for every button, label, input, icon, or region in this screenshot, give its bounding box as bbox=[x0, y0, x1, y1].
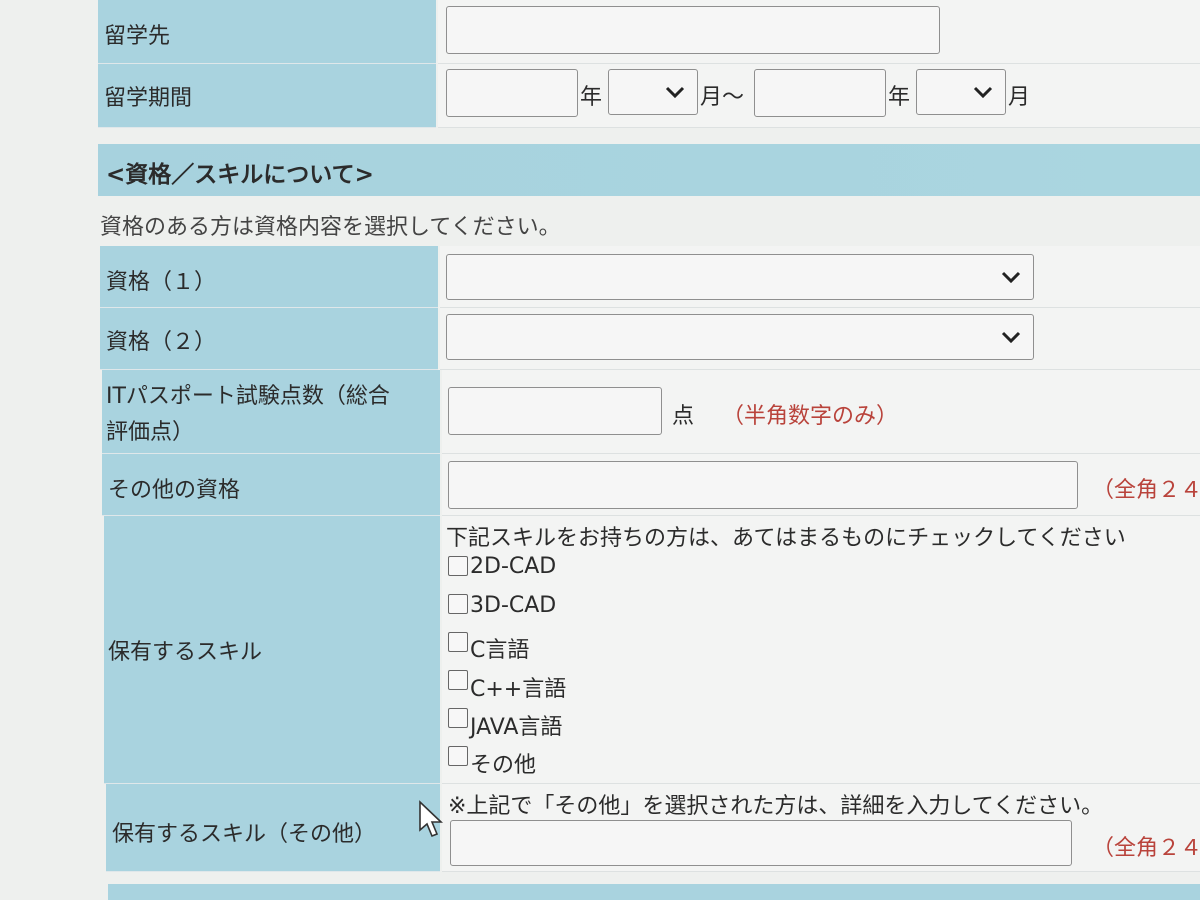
end-month-select[interactable] bbox=[916, 69, 1006, 115]
section-title: <資格／スキルについて> bbox=[106, 162, 374, 188]
start-year-unit: 年 bbox=[580, 85, 603, 110]
qualification-1-value-cell bbox=[440, 246, 1200, 308]
it-passport-value-cell: 点 （半角数字のみ） bbox=[442, 370, 1200, 454]
skill-option-label: 3D-CAD bbox=[470, 593, 557, 618]
other-qualification-note: （全角２４ bbox=[1092, 478, 1200, 503]
skills-value-cell: 下記スキルをお持ちの方は、あてはまるものにチェックしてください 2D-CAD 3… bbox=[442, 516, 1200, 784]
destination-label: 留学先 bbox=[104, 24, 171, 49]
checkbox-java-language[interactable] bbox=[448, 708, 468, 728]
qualification-2-select[interactable] bbox=[446, 314, 1034, 360]
qualification-2-value-cell bbox=[440, 308, 1200, 370]
month-range-separator: 月～ bbox=[700, 85, 745, 110]
next-section-strip bbox=[108, 884, 1200, 900]
qualification-1-select[interactable] bbox=[446, 254, 1034, 300]
chevron-down-icon bbox=[973, 86, 993, 98]
other-qualification-value-cell: （全角２４ bbox=[442, 454, 1200, 516]
skill-option-label: 2D-CAD bbox=[470, 554, 557, 579]
period-value-cell: 年 月～ 年 月 bbox=[438, 64, 1200, 128]
mouse-cursor-icon bbox=[419, 800, 443, 838]
checkbox-c-language[interactable] bbox=[448, 632, 468, 652]
period-label: 留学期間 bbox=[104, 86, 193, 111]
skill-option-label: その他 bbox=[470, 753, 537, 778]
start-month-select[interactable] bbox=[608, 69, 698, 115]
checkbox-2d-cad[interactable] bbox=[448, 556, 468, 576]
skills-other-label-cell: 保有するスキル（その他） bbox=[106, 784, 440, 872]
chevron-down-icon bbox=[1001, 331, 1021, 343]
chevron-down-icon bbox=[665, 86, 685, 98]
skills-label-cell: 保有するスキル bbox=[104, 516, 440, 784]
qualification-2-label: 資格（２） bbox=[106, 330, 217, 355]
it-passport-note: （半角数字のみ） bbox=[722, 404, 899, 429]
skill-option-label: C++言語 bbox=[470, 677, 567, 702]
it-passport-unit: 点 bbox=[672, 404, 695, 429]
skills-other-value-cell: ※上記で「その他」を選択された方は、詳細を入力してください。 （全角２４ bbox=[442, 784, 1200, 872]
other-qualification-label: その他の資格 bbox=[108, 478, 241, 503]
destination-input[interactable] bbox=[446, 6, 940, 54]
skills-form-page: 留学先 留学期間 年 月～ 年 月 <資格／スキルについて> 資格のある方は資格… bbox=[0, 0, 1200, 900]
skills-other-input[interactable] bbox=[450, 820, 1072, 866]
it-passport-label-line2: 評価点） bbox=[106, 420, 195, 445]
chevron-down-icon bbox=[1001, 271, 1021, 283]
other-qualification-input[interactable] bbox=[448, 461, 1078, 509]
it-passport-label-cell: ITパスポート試験点数（総合 評価点） bbox=[102, 370, 440, 454]
qualification-2-label-cell: 資格（２） bbox=[100, 308, 438, 370]
qualification-1-label: 資格（１） bbox=[106, 270, 217, 295]
destination-value-cell bbox=[438, 0, 1200, 64]
start-year-input[interactable] bbox=[446, 69, 578, 117]
skills-other-note: （全角２４ bbox=[1092, 836, 1200, 861]
end-month-unit: 月 bbox=[1008, 85, 1031, 110]
skills-instruction: 下記スキルをお持ちの方は、あてはまるものにチェックしてください bbox=[446, 526, 1126, 551]
skills-other-instruction: ※上記で「その他」を選択された方は、詳細を入力してください。 bbox=[448, 794, 1104, 819]
other-qualification-label-cell: その他の資格 bbox=[102, 454, 440, 516]
qualification-1-label-cell: 資格（１） bbox=[100, 246, 438, 308]
skill-option-label: C言語 bbox=[470, 638, 530, 663]
skill-option-label: JAVA言語 bbox=[470, 715, 563, 740]
it-passport-score-input[interactable] bbox=[448, 387, 662, 435]
end-year-input[interactable] bbox=[754, 69, 886, 117]
checkbox-cpp-language[interactable] bbox=[448, 670, 468, 690]
it-passport-label-line1: ITパスポート試験点数（総合 bbox=[106, 384, 390, 409]
checkbox-other-skill[interactable] bbox=[448, 746, 468, 766]
skills-label: 保有するスキル bbox=[108, 640, 263, 665]
qualifications-section-header: <資格／スキルについて> bbox=[98, 144, 1200, 196]
skills-other-label: 保有するスキル（その他） bbox=[112, 822, 377, 847]
end-year-unit: 年 bbox=[888, 85, 911, 110]
section-instruction: 資格のある方は資格内容を選択してください。 bbox=[100, 215, 561, 240]
destination-label-cell: 留学先 bbox=[98, 0, 436, 64]
checkbox-3d-cad[interactable] bbox=[448, 594, 468, 614]
period-label-cell: 留学期間 bbox=[98, 64, 436, 128]
